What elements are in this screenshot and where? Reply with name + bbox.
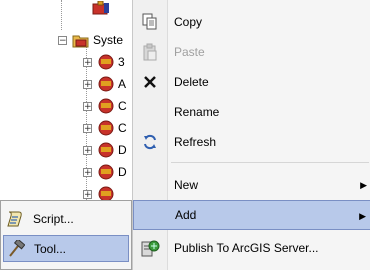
menu-item-label: Publish To ArcGIS Server... — [174, 241, 319, 255]
tree-item-label: A — [118, 77, 127, 91]
menu-item-rename[interactable]: Rename — [133, 97, 370, 127]
submenu-arrow-icon: ▶ — [360, 180, 367, 190]
publish-server-icon — [133, 233, 167, 263]
submenu-item-label: Tool... — [34, 241, 67, 256]
menu-item-copy[interactable]: Copy — [133, 7, 370, 37]
menu-item-label: Rename — [174, 105, 220, 119]
tree-item-toolbox-partial[interactable] — [92, 0, 113, 18]
submenu-arrow-icon: ▶ — [359, 211, 366, 221]
collapse-toggle[interactable]: − — [58, 35, 67, 45]
context-menu: Copy Paste Delete Rename Refresh New ▶ A… — [132, 0, 370, 270]
toolbox-icon — [97, 120, 115, 136]
menu-item-delete[interactable]: Delete — [133, 67, 370, 97]
add-submenu: Script... Tool... — [0, 200, 132, 270]
menu-item-refresh[interactable]: Refresh — [133, 127, 370, 157]
tree-item-toolbox[interactable]: + D — [83, 141, 127, 159]
toolbox-icon — [97, 164, 115, 180]
paste-icon — [133, 37, 167, 67]
tree-item-label: C — [118, 99, 127, 113]
menu-item-label: Paste — [174, 45, 205, 59]
tree-item-label: D — [118, 165, 127, 179]
script-icon — [3, 207, 27, 231]
toolbox-icon — [97, 76, 115, 92]
tree-item-label: Syste — [93, 33, 124, 47]
tree-item-label: D — [118, 143, 127, 157]
refresh-icon — [133, 127, 167, 157]
tree-item-toolbox[interactable]: + C — [83, 119, 127, 137]
menu-item-paste: Paste — [133, 37, 370, 67]
menu-separator — [171, 162, 369, 163]
toolbox-icon — [92, 0, 110, 17]
menu-item-label: Add — [175, 208, 197, 222]
menu-item-label: New — [174, 178, 199, 192]
expand-toggle[interactable]: + — [83, 79, 92, 89]
hammer-tool-icon — [4, 237, 28, 261]
toolbox-icon — [97, 98, 115, 114]
submenu-item-tool[interactable]: Tool... — [3, 235, 129, 262]
menu-item-add[interactable]: Add ▶ — [133, 200, 370, 230]
expand-toggle[interactable]: + — [83, 123, 92, 133]
toolbox-icon — [97, 54, 115, 70]
menu-item-publish-arcgis-server[interactable]: Publish To ArcGIS Server... — [133, 233, 370, 263]
toolbox-icon — [97, 142, 115, 158]
copy-icon — [133, 7, 167, 37]
tree-item-label: C — [118, 121, 127, 135]
menu-item-label: Copy — [174, 15, 203, 29]
expand-toggle[interactable]: + — [83, 189, 92, 199]
tree-item-toolbox[interactable]: + C — [83, 97, 127, 115]
tree-item-toolbox[interactable]: + A — [83, 75, 126, 93]
menu-item-label: Refresh — [174, 135, 217, 149]
submenu-item-label: Script... — [33, 211, 74, 226]
tree-item-toolbox[interactable]: + D — [83, 163, 127, 181]
tree-item-label: 3 — [118, 55, 125, 69]
tree-item-system-toolboxes[interactable]: − Syste — [58, 31, 123, 49]
expand-toggle[interactable]: + — [83, 101, 92, 111]
expand-toggle[interactable]: + — [83, 145, 92, 155]
menu-item-label: Delete — [174, 75, 209, 89]
expand-toggle[interactable]: + — [83, 57, 92, 67]
tree-item-toolbox[interactable]: + 3 — [83, 53, 125, 71]
folder-toolbox-icon — [72, 32, 90, 48]
submenu-item-script[interactable]: Script... — [3, 205, 129, 232]
expand-toggle[interactable]: + — [83, 167, 92, 177]
menu-item-new[interactable]: New ▶ — [133, 170, 370, 200]
delete-icon — [133, 67, 167, 97]
